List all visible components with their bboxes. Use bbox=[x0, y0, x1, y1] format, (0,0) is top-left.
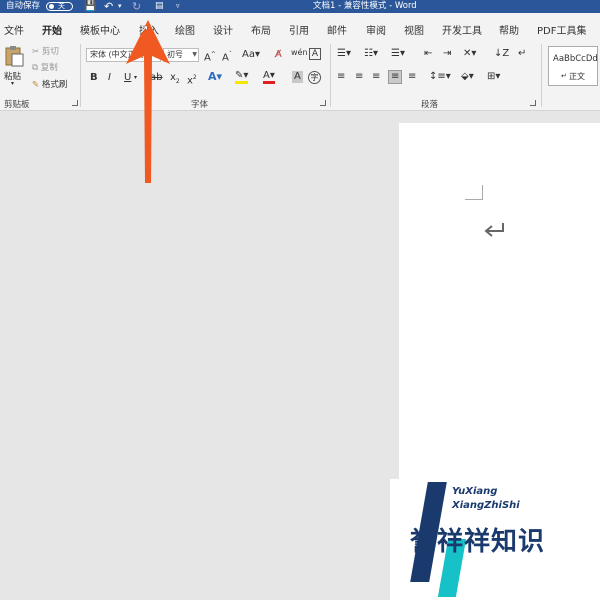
brush-icon: ✎ bbox=[32, 80, 40, 90]
scissors-icon: ✂ bbox=[32, 47, 40, 57]
show-formatting-marks-icon[interactable]: ↵ bbox=[518, 48, 526, 60]
paragraph-launcher-icon[interactable] bbox=[530, 100, 536, 106]
text-effects-icon[interactable]: A▾ bbox=[208, 71, 222, 83]
chevron-down-icon: ▼ bbox=[192, 51, 197, 58]
format-painter-button[interactable]: ✎ 格式刷 bbox=[32, 78, 67, 90]
bold-icon[interactable]: B bbox=[90, 72, 98, 84]
shading-icon[interactable]: ⬙▾ bbox=[461, 71, 474, 83]
paste-dropdown-icon: ▾ bbox=[11, 80, 15, 87]
bullets-icon[interactable]: ☰▾ bbox=[337, 48, 351, 60]
copy-label: 复制 bbox=[40, 63, 58, 73]
tab-home[interactable]: 开始 bbox=[42, 22, 62, 44]
tab-file[interactable]: 文件 bbox=[4, 22, 24, 37]
window-title: 文档1 - 兼容性模式 - Word bbox=[313, 1, 417, 11]
paragraph-group-label: 段落 bbox=[421, 100, 439, 110]
tab-view[interactable]: 视图 bbox=[404, 22, 424, 37]
group-divider bbox=[80, 44, 81, 107]
tab-references[interactable]: 引用 bbox=[289, 22, 309, 37]
logo-brand-text: 誉祥祥知识 bbox=[410, 527, 546, 557]
borders-icon[interactable]: ⊞▾ bbox=[487, 71, 500, 83]
tab-template-center[interactable]: 模板中心 bbox=[80, 22, 120, 37]
shrink-font-icon[interactable]: Aˇ bbox=[222, 49, 232, 64]
clipboard-launcher-icon[interactable] bbox=[72, 100, 78, 106]
numbering-icon[interactable]: ☷▾ bbox=[364, 48, 378, 60]
clipboard-icon bbox=[5, 46, 24, 67]
decrease-indent-icon[interactable]: ⇤ bbox=[424, 48, 432, 60]
title-bar: 自动保存 关 💾 ↶ ▾ ↻ ▤ ▿ 文档1 - 兼容性模式 - Word bbox=[0, 0, 600, 13]
tab-design[interactable]: 设计 bbox=[213, 22, 233, 37]
autosave-toggle-state: 关 bbox=[58, 2, 65, 10]
align-left-icon[interactable]: ≡ bbox=[337, 71, 345, 83]
format-painter-label: 格式刷 bbox=[41, 80, 68, 90]
font-color-icon[interactable]: A▾ bbox=[263, 71, 275, 84]
annotation-arrow bbox=[126, 20, 170, 183]
paragraph-mark-icon: ↵ bbox=[561, 72, 567, 80]
print-preview-icon[interactable]: ▤ bbox=[155, 0, 164, 13]
enclose-characters-icon[interactable]: 字 bbox=[308, 71, 321, 84]
font-group-label: 字体 bbox=[191, 100, 209, 110]
style-name: 正文 bbox=[569, 72, 585, 81]
logo-text-line2: XiangZhiShi bbox=[452, 500, 520, 511]
multilevel-list-icon[interactable]: ☰▾ bbox=[391, 48, 405, 60]
copy-button[interactable]: ⧉ 复制 bbox=[32, 61, 58, 73]
tab-developer[interactable]: 开发工具 bbox=[442, 22, 482, 37]
save-icon[interactable]: 💾 bbox=[84, 0, 96, 13]
grow-font-icon[interactable]: A^ bbox=[204, 49, 216, 64]
margin-corner-mark bbox=[465, 185, 483, 200]
character-border-icon[interactable]: A bbox=[309, 48, 321, 60]
style-preview: AaBbCcDd bbox=[553, 54, 598, 64]
distributed-icon[interactable]: ≡ bbox=[408, 71, 416, 83]
clear-formatting-icon[interactable]: A̸ bbox=[275, 49, 282, 61]
increase-indent-icon[interactable]: ⇥ bbox=[443, 48, 451, 60]
undo-dropdown-icon[interactable]: ▾ bbox=[118, 0, 122, 13]
align-right-icon[interactable]: ≡ bbox=[372, 71, 380, 83]
mouse-cursor-icon: ➚ bbox=[139, 22, 150, 36]
customize-toolbar-icon[interactable]: ▿ bbox=[176, 0, 180, 13]
undo-icon[interactable]: ↶ bbox=[104, 0, 113, 13]
clipboard-group-label: 剪贴板 bbox=[4, 100, 30, 110]
ribbon-tabs: 文件 开始 模板中心 插入 绘图 设计 布局 引用 邮件 审阅 视图 开发工具 … bbox=[0, 13, 600, 44]
paragraph-mark-icon bbox=[484, 223, 504, 237]
character-shading-icon[interactable]: A bbox=[292, 71, 303, 83]
ribbon: 粘贴 ▾ ✂ 剪切 ⧉ 复制 ✎ 格式刷 剪贴板 宋体 (中文正文)▼ 初号▼ … bbox=[0, 41, 600, 111]
superscript-icon[interactable]: x2 bbox=[187, 72, 197, 87]
sort-icon[interactable]: ↓Z bbox=[494, 48, 509, 60]
cut-label: 剪切 bbox=[41, 47, 59, 57]
cut-button[interactable]: ✂ 剪切 bbox=[32, 45, 59, 57]
logo-text-line1: YuXiang bbox=[452, 486, 498, 497]
autosave-toggle[interactable]: 关 bbox=[46, 2, 73, 11]
tab-draw[interactable]: 绘图 bbox=[175, 22, 195, 37]
group-divider bbox=[330, 44, 331, 107]
redo-icon[interactable]: ↻ bbox=[132, 0, 141, 13]
style-normal[interactable]: AaBbCcDd ↵ 正文 bbox=[548, 46, 598, 86]
paste-button[interactable]: 粘贴 ▾ bbox=[3, 44, 25, 90]
tab-help[interactable]: 帮助 bbox=[499, 22, 519, 37]
chinese-layout-icon[interactable]: ✕▾ bbox=[463, 48, 476, 60]
tab-review[interactable]: 审阅 bbox=[366, 22, 386, 37]
group-divider bbox=[541, 44, 542, 107]
align-center-icon[interactable]: ≡ bbox=[355, 71, 363, 83]
change-case-icon[interactable]: Aa▾ bbox=[242, 49, 260, 61]
autosave-label: 自动保存 bbox=[6, 1, 41, 11]
tab-mailings[interactable]: 邮件 bbox=[327, 22, 347, 37]
line-spacing-icon[interactable]: ↕≡▾ bbox=[429, 71, 451, 83]
justify-icon[interactable]: ≡ bbox=[388, 70, 403, 84]
copy-icon: ⧉ bbox=[32, 63, 39, 73]
font-launcher-icon[interactable] bbox=[320, 100, 326, 106]
tab-pdf-tools[interactable]: PDF工具集 bbox=[537, 22, 586, 37]
italic-icon[interactable]: I bbox=[108, 72, 111, 84]
highlight-icon[interactable]: ✎▾ bbox=[235, 71, 249, 84]
tab-layout[interactable]: 布局 bbox=[251, 22, 271, 37]
watermark-logo: YuXiang XiangZhiShi 誉祥祥知识 bbox=[390, 479, 600, 600]
phonetic-guide-icon[interactable]: wén bbox=[291, 47, 308, 59]
